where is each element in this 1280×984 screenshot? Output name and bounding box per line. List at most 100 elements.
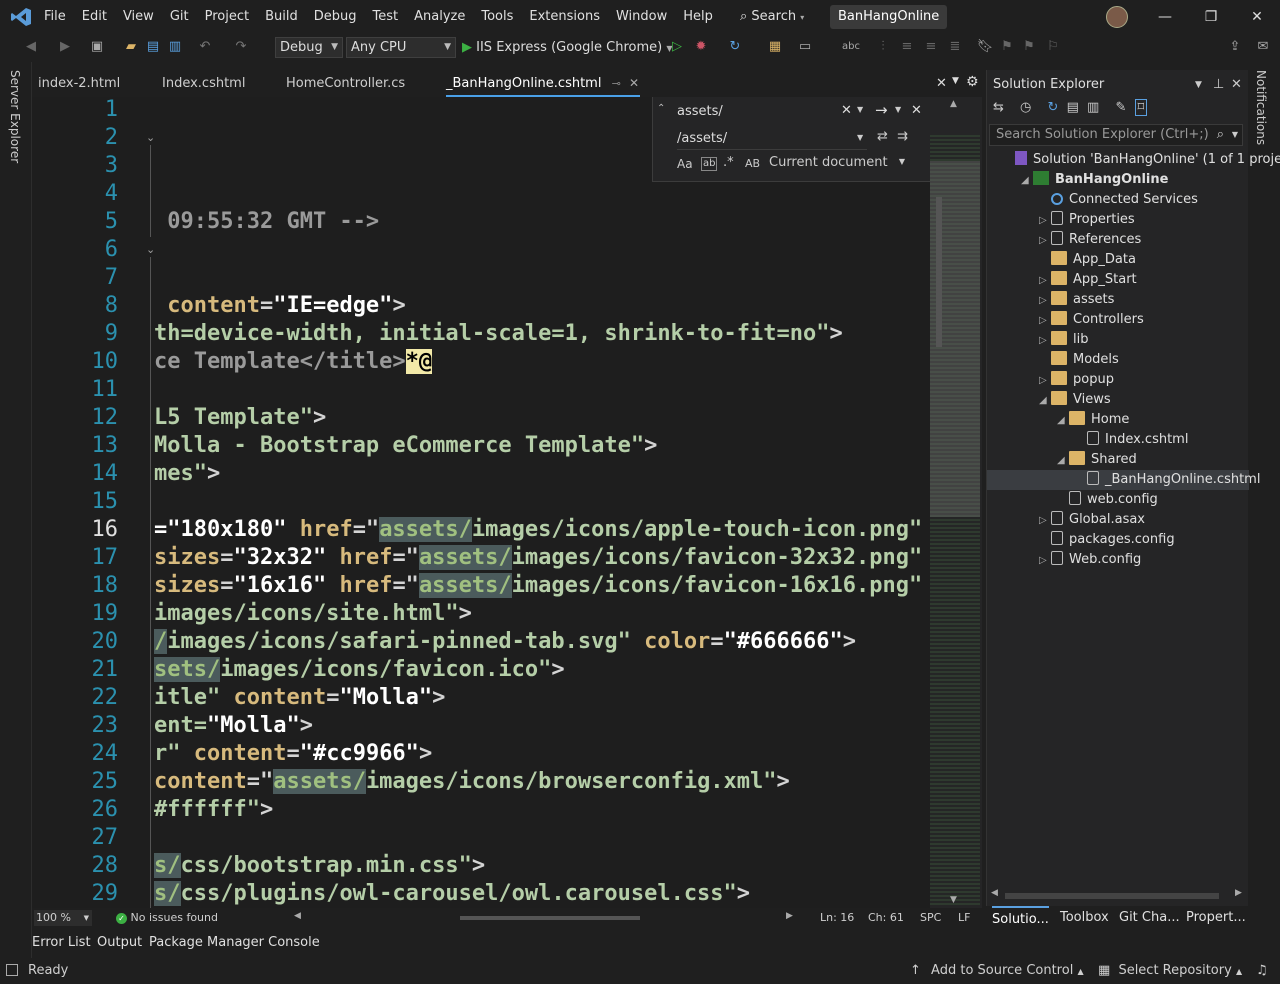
search-scope-select[interactable]: Current document ▼	[769, 155, 905, 170]
regex-toggle[interactable]: .*	[723, 155, 734, 170]
match-case-toggle[interactable]: Aa	[677, 157, 693, 171]
solution-folder-icon[interactable]: ▦	[766, 38, 784, 56]
menu-git[interactable]: Git	[162, 0, 197, 34]
next-bookmark-icon[interactable]: ⚑	[1020, 38, 1038, 56]
tree-item[interactable]: ▷ assets	[987, 290, 1249, 310]
solution-name-badge[interactable]: BanHangOnline	[830, 5, 948, 29]
close-tab-icon[interactable]: ✕	[629, 76, 639, 90]
tree-item[interactable]: ◢ BanHangOnline	[987, 170, 1249, 190]
menu-window[interactable]: Window	[608, 0, 675, 34]
close-icon[interactable]: ✕	[1234, 0, 1280, 34]
tab-git-changes[interactable]: Git Cha...	[1119, 906, 1180, 930]
pending-changes-icon[interactable]: ◷	[1020, 100, 1031, 115]
collapsed-toggle-icon[interactable]: ▷	[1039, 211, 1051, 231]
menu-file[interactable]: File	[36, 0, 74, 34]
start-without-debugging-icon[interactable]: ▷	[668, 38, 686, 56]
undo-icon[interactable]: ↶	[196, 38, 214, 56]
replace-next-icon[interactable]: ⇄	[877, 129, 888, 144]
tree-item[interactable]: ▷ Global.asax	[987, 510, 1249, 530]
platform-select[interactable]: Any CPU ▼	[346, 37, 456, 58]
whitespace-indicator[interactable]: SPC	[920, 911, 941, 924]
hot-reload-icon[interactable]: ✹	[692, 38, 710, 56]
tab-banhangonline-cshtml[interactable]: _BanHangOnline.cshtml ⊸ ✕	[446, 70, 640, 97]
scroll-right-icon[interactable]: ▶	[786, 911, 793, 921]
solution-explorer-search[interactable]: Search Solution Explorer (Ctrl+;) ⌕ ▼	[989, 124, 1243, 146]
tree-item[interactable]: ▷ Properties	[987, 210, 1249, 230]
feedback-icon[interactable]: ✉	[1254, 38, 1272, 56]
tab-homecontroller-cs[interactable]: HomeController.cs	[286, 70, 405, 97]
menu-test[interactable]: Test	[365, 0, 407, 34]
menu-help[interactable]: Help	[675, 0, 721, 34]
properties-icon[interactable]: ✎	[1115, 100, 1126, 115]
code-editor[interactable]: 1 2 3 4 5 6 7 8 9 10 11 12 13 14 15 16 17 18 19 20 21 22 23 24 2…	[32, 97, 930, 908]
find-next-icon[interactable]: →	[875, 101, 888, 119]
configuration-select[interactable]: Debug ▼	[275, 37, 343, 58]
preserve-case-toggle[interactable]: AB	[745, 157, 760, 170]
hscroll-thumb[interactable]	[460, 916, 640, 920]
line-ending-indicator[interactable]: LF	[958, 911, 970, 924]
scroll-down-icon[interactable]: ▼	[950, 895, 957, 905]
close-all-tabs-icon[interactable]: ✕	[936, 76, 947, 91]
scroll-right-icon[interactable]: ▶	[1235, 888, 1242, 898]
open-folder-icon[interactable]: ▰	[122, 38, 140, 56]
scroll-left-icon[interactable]: ◀	[991, 888, 998, 898]
tree-item[interactable]: packages.config	[987, 530, 1249, 550]
menu-analyze[interactable]: Analyze	[406, 0, 473, 34]
tree-item[interactable]: ▷ Web.config	[987, 550, 1249, 570]
tree-item[interactable]: ▷ Controllers	[987, 310, 1249, 330]
minimap-scrollbar[interactable]: ▲ ▼	[930, 97, 982, 908]
collapsed-toggle-icon[interactable]: ▷	[1039, 311, 1051, 331]
collapsed-toggle-icon[interactable]: ▷	[1039, 511, 1051, 531]
menu-view[interactable]: View	[115, 0, 162, 34]
menu-build[interactable]: Build	[257, 0, 306, 34]
whole-word-toggle[interactable]: ab	[701, 157, 718, 171]
new-project-icon[interactable]: ▣	[88, 38, 106, 56]
search-options-icon[interactable]: ▼	[1232, 125, 1238, 145]
scroll-left-icon[interactable]: ◀	[294, 911, 301, 921]
expanded-toggle-icon[interactable]: ◢	[1057, 411, 1069, 431]
tab-list-icon[interactable]: ▼	[952, 76, 959, 86]
collapsed-toggle-icon[interactable]: ▷	[1039, 271, 1051, 291]
restore-icon[interactable]: ❐	[1188, 0, 1234, 34]
replace-all-icon[interactable]: ⇉	[897, 129, 908, 144]
back-icon[interactable]: ◀	[22, 38, 40, 56]
collapsed-toggle-icon[interactable]: ▷	[1039, 231, 1051, 251]
issues-indicator[interactable]: ✓ No issues found	[116, 911, 218, 924]
close-panel-icon[interactable]: ✕	[1231, 74, 1242, 96]
replace-history-icon[interactable]: ▼	[857, 133, 863, 142]
pin-icon[interactable]: ⊥	[1213, 74, 1224, 96]
scroll-up-icon[interactable]: ▲	[950, 99, 957, 109]
fold-toggle-icon[interactable]: ⌄	[146, 243, 155, 256]
tree-horizontal-scrollbar[interactable]: ◀ ▶	[991, 888, 1245, 902]
refresh-icon[interactable]: ↻	[726, 38, 744, 56]
save-icon[interactable]: ▤	[144, 38, 162, 56]
tree-item[interactable]: ▷ lib	[987, 330, 1249, 350]
tree-item[interactable]: ◢ Views	[987, 390, 1249, 410]
server-explorer-tab[interactable]: Server Explorer	[8, 70, 22, 163]
tree-item[interactable]: ▷ popup	[987, 370, 1249, 390]
expanded-toggle-icon[interactable]: ◢	[1057, 451, 1069, 471]
redo-icon[interactable]: ↷	[232, 38, 250, 56]
menu-extensions[interactable]: Extensions	[521, 0, 608, 34]
tab-index-2-html[interactable]: index-2.html	[38, 70, 120, 97]
scroll-thumb[interactable]	[936, 197, 942, 347]
live-share-icon[interactable]: ⇪	[1226, 38, 1244, 56]
tree-item[interactable]: ▷ App_Start	[987, 270, 1249, 290]
forward-icon[interactable]: ▶	[56, 38, 74, 56]
comment-icon[interactable]: ≣	[946, 38, 964, 56]
toggle-replace-icon[interactable]: ⌃	[657, 103, 665, 114]
global-search-button[interactable]: ⌕ Search ▾	[734, 6, 810, 28]
expanded-toggle-icon[interactable]: ◢	[1039, 391, 1051, 411]
tree-item[interactable]: Connected Services	[987, 190, 1249, 210]
panel-options-icon[interactable]: ▼	[1195, 74, 1202, 96]
tab-output[interactable]: Output	[97, 930, 142, 956]
clear-find-icon[interactable]: ✕	[841, 103, 852, 118]
collapse-all-icon[interactable]: ▤	[1067, 100, 1079, 115]
tab-package-manager-console[interactable]: Package Manager Console	[149, 930, 320, 956]
tab-toolbox[interactable]: Toolbox	[1060, 906, 1109, 930]
tab-error-list[interactable]: Error List	[32, 930, 91, 956]
tree-item[interactable]: ◢ Shared	[987, 450, 1249, 470]
horizontal-scrollbar[interactable]: ◀ ▶	[294, 911, 794, 922]
pin-icon[interactable]: ⊸	[612, 77, 621, 90]
indent-icon[interactable]: ≡	[898, 38, 916, 56]
